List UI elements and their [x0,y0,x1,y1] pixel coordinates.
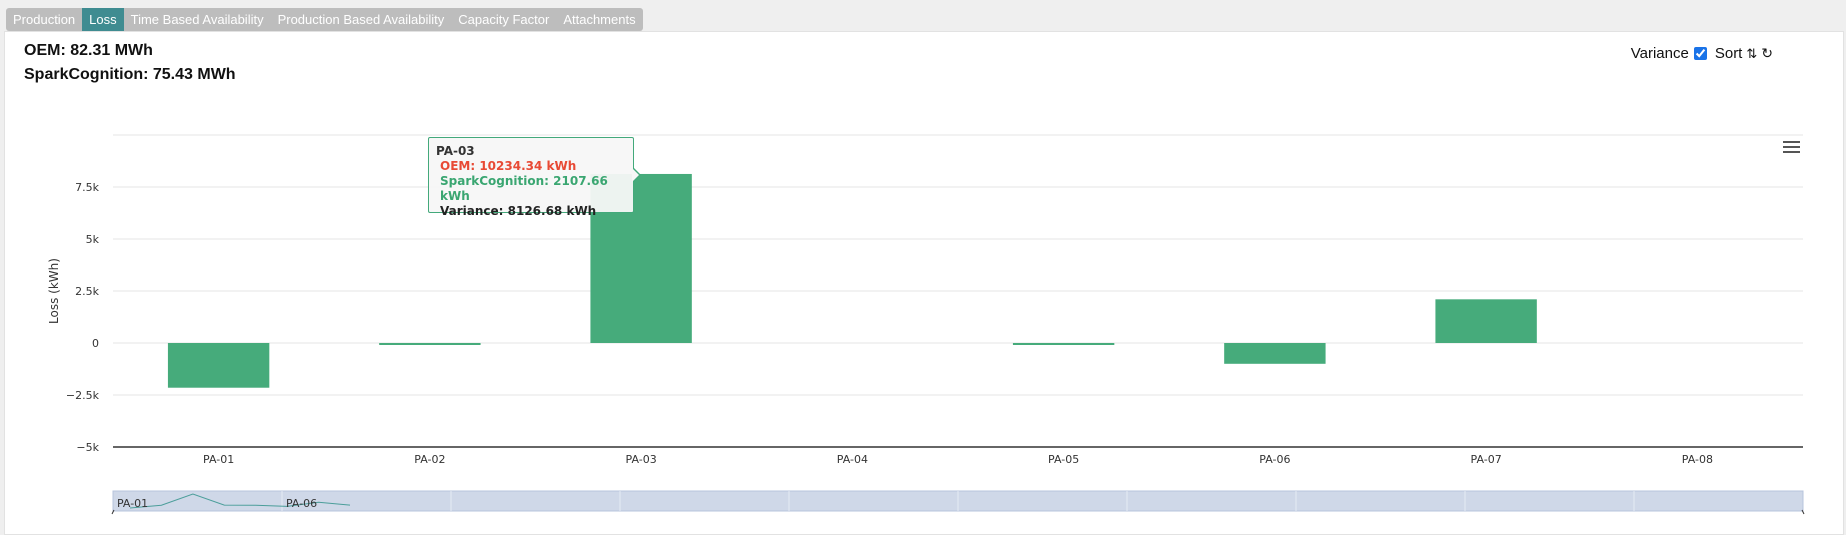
y-tick-label: 5k [86,233,100,246]
x-tick-label: PA-03 [626,453,657,466]
y-axis-title: Loss (kWh) [47,258,61,324]
y-tick-label: −5k [76,441,99,454]
bar-pa-07 [1435,299,1537,343]
x-tick-label: PA-02 [414,453,445,466]
tooltip-spark: SparkCognition: 2107.66 kWh [440,174,608,203]
chart-menu-icon[interactable] [1783,141,1800,155]
bar-pa-05 [1012,343,1115,345]
x-tick-label: PA-08 [1682,453,1713,466]
x-tick-label: PA-04 [837,453,868,466]
x-tick-label: PA-01 [203,453,234,466]
chart-tooltip: PA-03 OEM: 10234.34 kWh SparkCognition: … [428,137,634,218]
y-tick-label: 7.5k [75,181,99,194]
navigator-label: PA-01 [117,497,148,510]
tooltip-variance: Variance: 8126.68 kWh [440,204,597,218]
bar-pa-02 [379,343,481,345]
bar-pa-01 [167,343,270,388]
y-tick-label: 2.5k [75,285,99,298]
tooltip-title: PA-03 [436,144,475,158]
x-tick-label: PA-06 [1259,453,1290,466]
x-tick-label: PA-05 [1048,453,1079,466]
loss-chart: −5k −2.5k 0 2.5k 5k 7.5k Loss (kWh) PA-01 PA-02 P… [47,134,1805,515]
y-tick-label: −2.5k [66,389,100,402]
y-tick-label: 0 [92,337,99,350]
tooltip-arrow-inner [632,168,639,182]
navigator-label: PA-06 [286,497,317,510]
x-tick-label: PA-07 [1471,453,1502,466]
tooltip-oem: OEM: 10234.34 kWh [440,159,577,173]
bar-pa-06 [1224,343,1326,364]
